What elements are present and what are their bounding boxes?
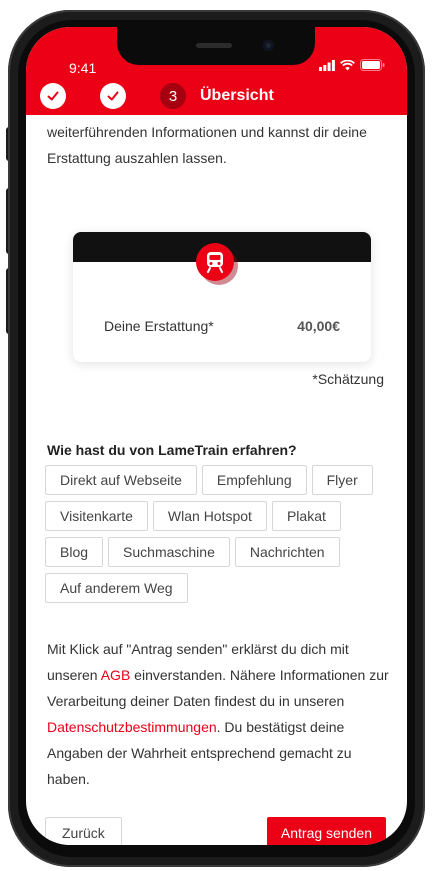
back-button[interactable]: Zurück bbox=[45, 817, 122, 845]
agb-link[interactable]: AGB bbox=[101, 667, 131, 683]
front-camera bbox=[263, 40, 274, 51]
phone-screen: 9:41 3 Übersicht weiterführenden Informa… bbox=[26, 27, 407, 845]
option-row: Direkt auf Webseite Empfehlung Flyer bbox=[45, 465, 390, 495]
check-icon bbox=[107, 91, 119, 101]
option-chip[interactable]: Auf anderem Weg bbox=[45, 573, 188, 603]
notch bbox=[117, 27, 315, 65]
wifi-icon bbox=[340, 59, 355, 70]
submit-button[interactable]: Antrag senden bbox=[266, 817, 386, 845]
intro-text: weiterführenden Informationen und kannst… bbox=[47, 124, 367, 166]
battery-icon bbox=[360, 59, 385, 71]
option-chip[interactable]: Blog bbox=[45, 537, 104, 567]
option-row: Visitenkarte Wlan Hotspot Plakat bbox=[45, 501, 390, 531]
step-1-done[interactable] bbox=[40, 83, 66, 109]
option-chip[interactable]: Nachrichten bbox=[234, 537, 340, 567]
header-bar: 9:41 3 Übersicht bbox=[26, 27, 407, 115]
option-chip[interactable]: Empfehlung bbox=[201, 465, 307, 495]
refund-label: Deine Erstattung* bbox=[104, 318, 214, 334]
train-icon bbox=[207, 252, 223, 273]
refund-card: Deine Erstattung* 40,00€ bbox=[73, 232, 371, 362]
option-chip[interactable]: Suchmaschine bbox=[108, 537, 230, 567]
estimate-footnote: *Schätzung bbox=[312, 371, 384, 387]
progress-steps: 3 Übersicht bbox=[40, 83, 274, 109]
step-3-title: Übersicht bbox=[200, 87, 274, 104]
signal-icon bbox=[319, 59, 335, 71]
refund-amount: 40,00€ bbox=[297, 318, 340, 334]
option-chip[interactable]: Plakat bbox=[271, 501, 341, 531]
option-row: Auf anderem Weg bbox=[45, 573, 390, 603]
step-2-done[interactable] bbox=[100, 83, 126, 109]
status-icons bbox=[319, 59, 385, 71]
privacy-policy-link[interactable]: Datenschutzbestimmungen bbox=[47, 719, 217, 735]
option-chip[interactable]: Direkt auf Webseite bbox=[45, 465, 197, 495]
speaker bbox=[196, 43, 232, 48]
source-options: Direkt auf Webseite Empfehlung Flyer Vis… bbox=[45, 465, 390, 609]
status-time: 9:41 bbox=[69, 60, 97, 76]
option-chip[interactable]: Flyer bbox=[311, 465, 373, 495]
source-question-title: Wie hast du von LameTrain erfahren? bbox=[47, 442, 297, 458]
option-row: Blog Suchmaschine Nachrichten bbox=[45, 537, 390, 567]
consent-text: Mit Klick auf "Antrag senden" erklärst d… bbox=[47, 636, 397, 792]
option-chip[interactable]: Wlan Hotspot bbox=[152, 501, 267, 531]
option-chip[interactable]: Visitenkarte bbox=[45, 501, 148, 531]
check-icon bbox=[47, 91, 59, 101]
train-badge bbox=[196, 243, 234, 281]
step-3-number: 3 bbox=[160, 83, 186, 109]
overview-content: weiterführenden Informationen und kannst… bbox=[26, 115, 407, 845]
